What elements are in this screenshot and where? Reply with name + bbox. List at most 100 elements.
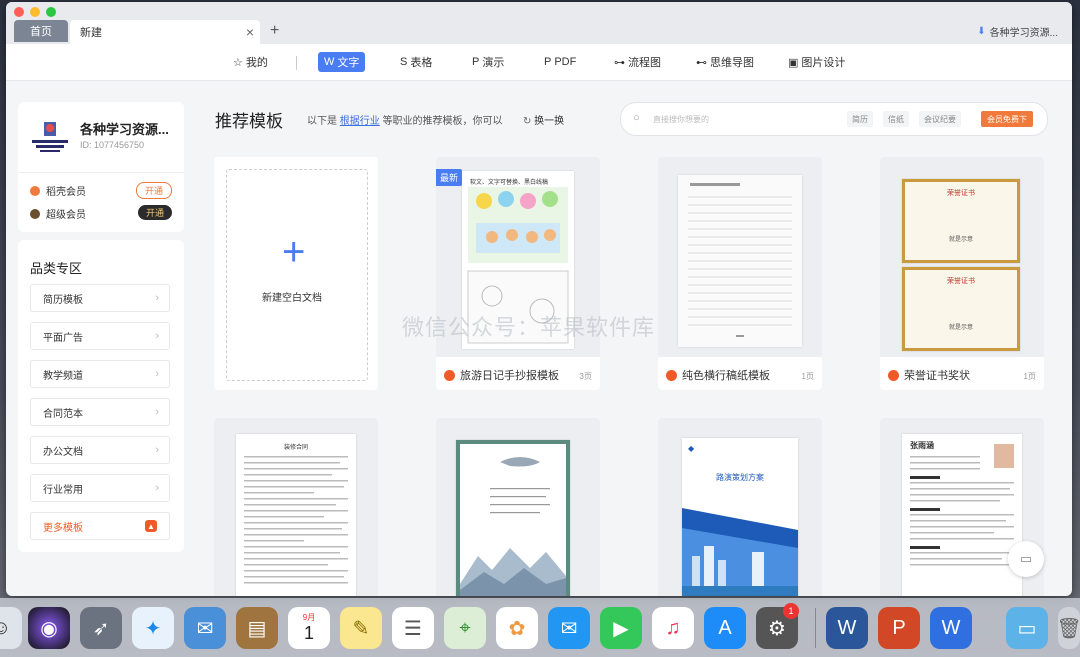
category-title: 品类专区 — [30, 261, 83, 276]
zoom-window-button[interactable] — [46, 7, 56, 17]
template-card[interactable]: 装修合同 — [214, 418, 378, 596]
tool-mine[interactable]: ☆ 我的 — [227, 52, 274, 72]
user-name: 各种学习资源... — [989, 28, 1058, 39]
downloads-folder-icon[interactable]: ▭ — [1006, 607, 1048, 649]
presentation-icon: P — [472, 56, 480, 68]
app-store-icon[interactable]: A — [704, 607, 746, 649]
template-thumbnail: ◆ 路演策划方案 — [658, 418, 822, 596]
membership-super: 超级会员 — [30, 206, 86, 221]
reminders-icon[interactable]: ☰ — [392, 607, 434, 649]
template-name: 旅游日记手抄报模板 — [460, 370, 559, 382]
learning-logo-icon — [32, 122, 68, 152]
tool-presentation[interactable]: P 演示 — [466, 52, 510, 72]
template-card[interactable] — [436, 418, 600, 596]
template-card[interactable]: 软文、文字可替换、黑白线稿 最新 旅游日记手抄报模板 3页 — [436, 157, 600, 390]
category-resume[interactable]: 简历模板 › — [30, 284, 170, 312]
refresh-icon: ↻ — [523, 116, 532, 127]
tab-new[interactable]: 新建 × — [70, 20, 260, 44]
category-print-ad[interactable]: 平面广告 › — [30, 322, 170, 350]
super-activate-button[interactable]: 开通 — [138, 205, 172, 220]
user-icon: ⬇ — [977, 26, 986, 37]
tool-pdf[interactable]: P PDF — [538, 52, 582, 72]
tool-writer[interactable]: W 文字 — [318, 52, 366, 72]
word-icon[interactable]: W — [826, 607, 868, 649]
powerpoint-icon[interactable]: P — [878, 607, 920, 649]
dock-divider — [815, 608, 816, 648]
account-card: 各种学习资源... ID: 1077456750 稻壳会员 开通 超级会员 开通 — [18, 102, 184, 232]
plus-icon: + — [282, 230, 306, 274]
mail-icon[interactable]: ✉ — [184, 607, 226, 649]
search-icon: ○ — [633, 112, 640, 124]
certificate-sign: 就是示意 — [948, 237, 973, 243]
mindmap-icon: ⊷ — [696, 56, 707, 69]
template-card[interactable]: 荣誉证书 就是示意 荣誉证书 就是示意 荣誉证书奖状 1页 — [880, 157, 1044, 390]
new-blank-doc-card[interactable]: + 新建空白文档 — [214, 157, 378, 390]
subtitle-suffix: 等职业的推荐模板，你可以 — [382, 116, 503, 127]
template-name: 荣誉证书奖状 — [904, 370, 970, 382]
trash-icon[interactable]: 🗑 — [1056, 607, 1080, 649]
page-count: 1页 — [1023, 372, 1036, 381]
resume-layout — [910, 444, 1014, 566]
calendar-month: 9月 — [302, 613, 316, 622]
safari-icon[interactable]: ✦ — [132, 607, 174, 649]
lined-paper-lines — [688, 183, 792, 337]
wps-icon[interactable]: W — [930, 607, 972, 649]
chip-resume[interactable]: 简历 — [847, 111, 873, 127]
facetime-icon[interactable]: ▶ — [600, 607, 642, 649]
add-tab-icon[interactable]: + — [270, 22, 279, 40]
category-office[interactable]: 办公文档 › — [30, 436, 170, 464]
account-id: ID: 1077456750 — [80, 140, 145, 150]
subtitle-prefix: 以下是 — [307, 116, 337, 127]
page-count: 3页 — [579, 372, 592, 381]
chip-letter[interactable]: 信纸 — [883, 111, 909, 127]
fire-icon: ▲ — [145, 520, 157, 532]
minimize-window-button[interactable] — [30, 7, 40, 17]
contacts-icon[interactable]: ▤ — [236, 607, 278, 649]
update-badge: 1 — [783, 603, 799, 619]
spreadsheet-icon: S — [400, 56, 408, 68]
search-placeholder: 直接搜你想要的 — [653, 115, 709, 124]
category-industry[interactable]: 行业常用 › — [30, 474, 170, 502]
tab-home[interactable]: 首页 — [14, 20, 68, 42]
vip-free-download-button[interactable]: 会员免费下 — [981, 111, 1033, 127]
template-search[interactable]: ○ 直接搜你想要的 简历 信纸 会议纪要 会员免费下 — [620, 102, 1048, 136]
tool-flowchart[interactable]: ⊶ 流程图 — [608, 52, 667, 72]
user-menu[interactable]: ⬇ 各种学习资源... — [977, 24, 1058, 39]
industry-link[interactable]: 根据行业 — [340, 116, 380, 127]
tab-close-icon[interactable]: × — [246, 24, 254, 40]
template-card[interactable]: 纯色横行稿纸模板 1页 — [658, 157, 822, 390]
tool-label: 我的 — [245, 57, 268, 69]
refresh-button[interactable]: ↻ 换一换 — [523, 112, 564, 127]
template-thumbnail: 装修合同 — [214, 418, 378, 596]
chip-minutes[interactable]: 会议纪要 — [919, 111, 961, 127]
photos-icon[interactable]: ✿ — [496, 607, 538, 649]
launchpad-icon[interactable]: ➶ — [80, 607, 122, 649]
maps-icon[interactable]: ⌖ — [444, 607, 486, 649]
divider — [18, 172, 184, 173]
chevron-right-icon: › — [155, 330, 159, 342]
chat-float-button[interactable]: ▭ — [1008, 541, 1044, 577]
category-contract[interactable]: 合同范本 › — [30, 398, 170, 426]
calendar-day: 1 — [303, 623, 314, 643]
toolbar-divider — [296, 56, 297, 70]
close-window-button[interactable] — [14, 7, 24, 17]
roadshow-plan-page: ◆ 路演策划方案 — [682, 438, 798, 596]
tool-spreadsheet[interactable]: S 表格 — [394, 52, 438, 72]
notes-icon[interactable]: ✎ — [340, 607, 382, 649]
tool-label: PDF — [554, 56, 577, 68]
tool-image-design[interactable]: ▣ 图片设计 — [782, 52, 851, 72]
finder-icon[interactable]: ☺ — [0, 607, 22, 649]
contract-page: 装修合同 — [236, 434, 356, 596]
template-card[interactable]: ◆ 路演策划方案 — [658, 418, 822, 596]
siri-icon[interactable]: ◉ — [28, 607, 70, 649]
docer-activate-button[interactable]: 开通 — [136, 182, 172, 199]
category-teaching[interactable]: 教学频道 › — [30, 360, 170, 388]
messages-icon[interactable]: ✉ — [548, 607, 590, 649]
category-more[interactable]: 更多模板 ▲ — [30, 512, 170, 540]
tool-label: 演示 — [482, 57, 505, 69]
tab-bar: 首页 新建 × + ⬇ 各种学习资源... — [6, 2, 1072, 44]
calendar-icon[interactable]: 9月 1 — [288, 607, 330, 649]
music-icon[interactable]: ♫ — [652, 607, 694, 649]
tool-mindmap[interactable]: ⊷ 思维导图 — [690, 52, 760, 72]
membership-label: 超级会员 — [46, 210, 86, 221]
